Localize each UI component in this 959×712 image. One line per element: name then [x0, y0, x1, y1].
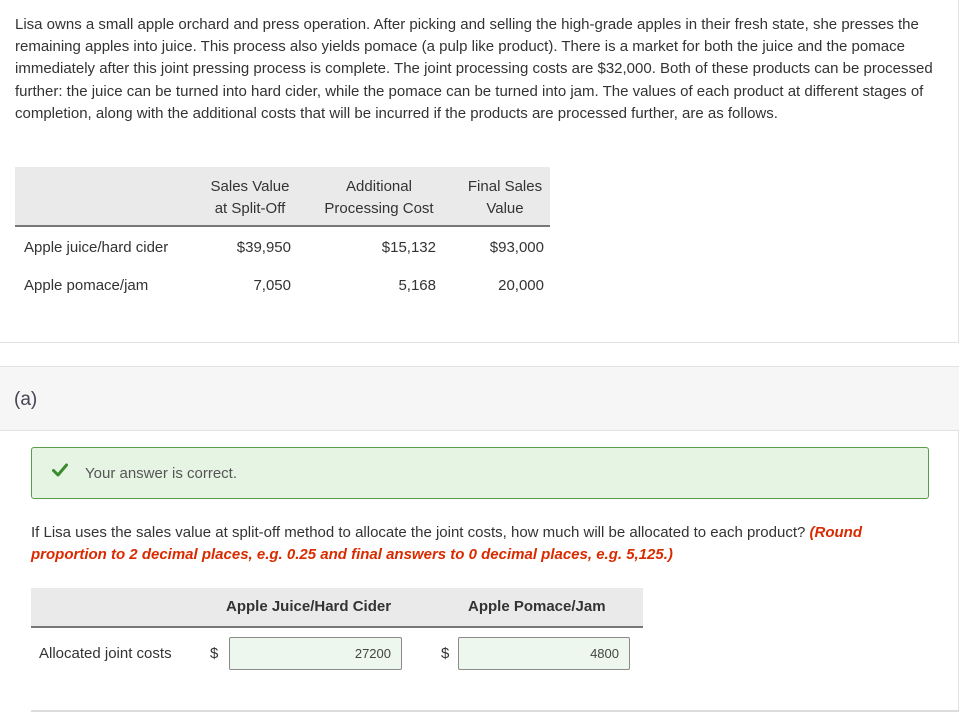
- col-header-pomace-jam: Apple Pomace/Jam: [468, 598, 606, 615]
- pomace-split-off-value: 7,050: [253, 277, 291, 294]
- problem-statement: Lisa owns a small apple orchard and pres…: [15, 16, 933, 122]
- allocation-table-header: Apple Juice/Hard Cider Apple Pomace/Jam: [31, 588, 643, 628]
- juice-allocated-input[interactable]: 27200: [229, 637, 402, 670]
- juice-additional-cost: $15,132: [381, 239, 436, 256]
- currency-symbol-juice: $: [210, 645, 219, 662]
- pomace-additional-cost: 5,168: [398, 277, 436, 294]
- question-body: If Lisa uses the sales value at split-of…: [31, 524, 806, 541]
- col-header-juice-cider: Apple Juice/Hard Cider: [226, 598, 392, 615]
- juice-split-off-value: $39,950: [236, 239, 291, 256]
- part-a-header: (a): [0, 366, 959, 431]
- question-text: If Lisa uses the sales value at split-of…: [31, 522, 931, 566]
- row-label-allocated-costs: Allocated joint costs: [39, 645, 172, 662]
- juice-final-value: $93,000: [489, 239, 544, 256]
- pomace-allocated-input[interactable]: 4800: [458, 637, 630, 670]
- correct-answer-banner: Your answer is correct.: [31, 447, 929, 499]
- col-header-sales-value: Sales Value at Split-Off: [210, 178, 290, 217]
- row-label-juice: Apple juice/hard cider: [24, 239, 169, 256]
- currency-symbol-pomace: $: [441, 645, 450, 662]
- correct-status-text: Your answer is correct.: [85, 465, 238, 482]
- col-header-final-sales: Final Sales Value: [467, 178, 543, 217]
- pomace-final-value: 20,000: [498, 277, 544, 294]
- col-header-additional-cost: Additional Processing Cost: [324, 178, 434, 217]
- checkmark-icon: [52, 463, 68, 477]
- row-label-pomace: Apple pomace/jam: [24, 277, 149, 294]
- part-a-label: (a): [14, 389, 38, 410]
